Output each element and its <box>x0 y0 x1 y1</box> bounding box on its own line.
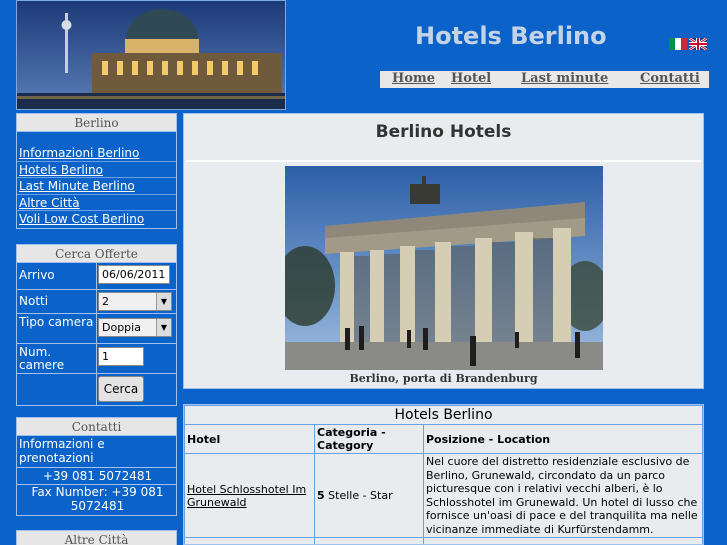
cerca-button[interactable]: Cerca <box>98 376 144 402</box>
hotel-category-cell: 5 Stelle - Star <box>314 453 424 538</box>
sidebar-link-altre-citta[interactable]: Altre Città <box>17 195 176 211</box>
chevron-down-icon: ▼ <box>156 319 171 336</box>
num-camere-row: Num. camere 1 <box>17 344 176 374</box>
notti-select-value: 2 <box>102 295 109 308</box>
arrivo-row: Arrivo 06/06/2011 <box>17 263 176 290</box>
sidebar-berlino-box: Berlino Informazioni Berlino Hotels Berl… <box>16 113 177 229</box>
sidebar-link-hotels[interactable]: Hotels Berlino <box>17 162 176 178</box>
contatti-fax: Fax Number: +39 081 5072481 <box>31 485 164 513</box>
main-content-box: Berlino Hotels Berlino, porta di Branden… <box>183 113 704 389</box>
header-photo-museum <box>16 0 286 110</box>
tipo-camera-select-value: Doppia <box>102 321 141 334</box>
empty-cell <box>314 537 424 544</box>
tipo-camera-select[interactable]: Doppia ▼ <box>98 318 172 337</box>
site-title: Hotels Berlino <box>415 22 607 50</box>
contatti-phone: +39 081 5072481 <box>17 468 176 485</box>
cerca-button-cell: Cerca <box>97 374 176 406</box>
empty-cell <box>184 537 315 544</box>
contatti-box: Contatti Informazioni e prenotazioni +39… <box>16 417 177 516</box>
arrivo-date-input[interactable]: 06/06/2011 <box>98 265 170 284</box>
hotels-table: Hotels Berlino Hotel Categoria - Categor… <box>184 405 703 544</box>
top-navigation: Home Hotel Last minute Contatti <box>380 71 709 88</box>
sidebar-link-voli[interactable]: Voli Low Cost Berlino <box>17 211 176 228</box>
table-row <box>184 537 703 544</box>
sidebar-berlino-title: Berlino <box>17 114 176 132</box>
hotels-table-box: Hotels Berlino Hotel Categoria - Categor… <box>183 404 704 545</box>
nav-hotel-link[interactable]: Hotel <box>451 71 491 86</box>
page: Hotels Berlino Home Hotel Last minute Co… <box>0 0 727 545</box>
star-count: 5 <box>317 489 325 502</box>
notti-label: Notti <box>17 290 97 313</box>
divider <box>186 160 701 162</box>
num-camere-input[interactable]: 1 <box>98 347 144 366</box>
tipo-camera-label: Tipo camera <box>17 314 97 343</box>
altre-citta-title: Altre Città <box>17 531 176 545</box>
column-header-categoria: Categoria - Category <box>314 424 424 454</box>
column-header-posizione: Posizione - Location <box>423 424 703 454</box>
contatti-title: Contatti <box>17 418 176 436</box>
photo-caption: Berlino, porta di Brandenburg <box>349 372 538 385</box>
page-title: Berlino Hotels <box>375 122 512 142</box>
column-header-hotel: Hotel <box>184 424 315 454</box>
nav-contatti-link[interactable]: Contatti <box>640 71 700 86</box>
italian-flag-icon[interactable] <box>669 38 687 50</box>
chevron-down-icon: ▼ <box>156 293 171 310</box>
contatti-info-text: Informazioni e prenotazioni <box>17 436 176 468</box>
hotel-link[interactable]: Hotel Schlosshotel Im Grunewald <box>187 483 306 509</box>
star-label: Stelle - Star <box>328 489 393 502</box>
sidebar-link-last-minute[interactable]: Last Minute Berlino <box>17 178 176 195</box>
arrivo-field-cell: 06/06/2011 <box>97 263 176 289</box>
nav-last-minute-link[interactable]: Last minute <box>521 71 608 86</box>
search-offers-box: Cerca Offerte Arrivo 06/06/2011 Notti 2 … <box>16 244 177 406</box>
notti-select[interactable]: 2 ▼ <box>98 292 172 311</box>
num-camere-label: Num. camere <box>17 344 97 373</box>
altre-citta-box: Altre Città <box>16 530 177 545</box>
empty-label-cell <box>17 374 97 406</box>
cerca-button-row: Cerca <box>17 374 176 406</box>
tipo-camera-row: Tipo camera Doppia ▼ <box>17 314 176 344</box>
empty-cell <box>423 537 703 544</box>
tipo-camera-field-cell: Doppia ▼ <box>97 314 176 343</box>
arrivo-label: Arrivo <box>17 263 97 289</box>
uk-flag-icon[interactable] <box>689 38 707 50</box>
notti-field-cell: 2 ▼ <box>97 290 176 313</box>
nav-home-link[interactable]: Home <box>392 71 435 86</box>
search-offers-title: Cerca Offerte <box>17 245 176 263</box>
brandenburg-gate-photo <box>285 166 603 370</box>
hotel-name-cell: Hotel Schlosshotel Im Grunewald <box>184 453 315 538</box>
hotel-description-cell: Nel cuore del distretto residenziale esc… <box>423 453 703 538</box>
hotels-table-caption: Hotels Berlino <box>184 405 703 425</box>
sidebar-link-informazioni[interactable]: Informazioni Berlino <box>17 145 176 162</box>
table-row: Hotel Schlosshotel Im Grunewald 5 Stelle… <box>184 453 703 538</box>
language-flags <box>669 38 707 50</box>
num-camere-field-cell: 1 <box>97 344 176 373</box>
notti-row: Notti 2 ▼ <box>17 290 176 314</box>
